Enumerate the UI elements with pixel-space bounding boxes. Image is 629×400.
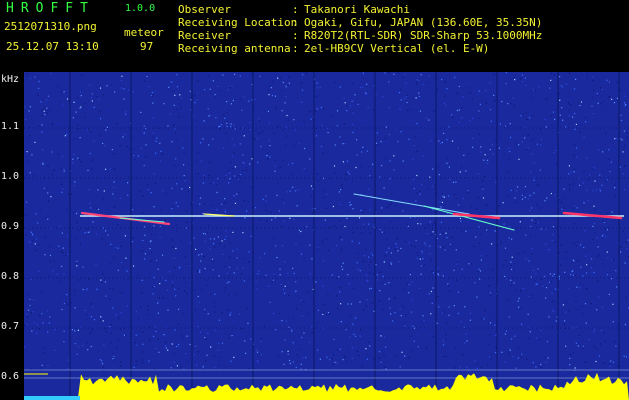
receiver-label: Receiver — [178, 29, 231, 42]
observer-label: Observer — [178, 3, 231, 16]
y-tick-label: 0.9 — [1, 221, 20, 232]
location-label: Receiving Location — [178, 16, 298, 29]
app-version: 1.0.0 — [125, 3, 156, 14]
y-tick-label: 0.6 — [1, 371, 20, 382]
meteor-count-value: 97 — [140, 40, 154, 53]
location-colon: : — [292, 16, 299, 29]
app-title: HROFFT — [6, 1, 95, 16]
waterfall-spectrogram[interactable] — [24, 72, 629, 400]
spectrogram-canvas — [24, 72, 629, 400]
observer-colon: : — [292, 3, 299, 16]
receiver-colon: : — [292, 29, 299, 42]
waterfall-background — [24, 72, 629, 400]
antenna-label: Receiving antenna — [178, 42, 291, 55]
location-value: Ogaki, Gifu, JAPAN (136.60E, 35.35N) — [304, 16, 543, 29]
y-tick-label: 1.1 — [1, 121, 20, 132]
capture-datetime: 25.12.07 13:10 — [6, 40, 99, 53]
baseline-strip — [24, 396, 80, 400]
receiver-value: R820T2(RTL-SDR) SDR-Sharp 53.1000MHz — [304, 29, 543, 42]
header-panel: HROFFT 1.0.0 2512071310.png 25.12.07 13:… — [0, 0, 629, 72]
observer-value: Takanori Kawachi — [304, 3, 410, 16]
antenna-colon: : — [292, 42, 299, 55]
y-tick-label: 1.0 — [1, 171, 20, 182]
meteor-count-label: meteor — [124, 26, 164, 39]
file-name: 2512071310.png — [4, 20, 97, 33]
antenna-value: 2el-HB9CV Vertical (el. E-W) — [304, 42, 490, 55]
y-tick-label: 0.8 — [1, 271, 20, 282]
y-tick-label: 0.7 — [1, 321, 20, 332]
y-axis-unit: kHz — [1, 74, 20, 85]
